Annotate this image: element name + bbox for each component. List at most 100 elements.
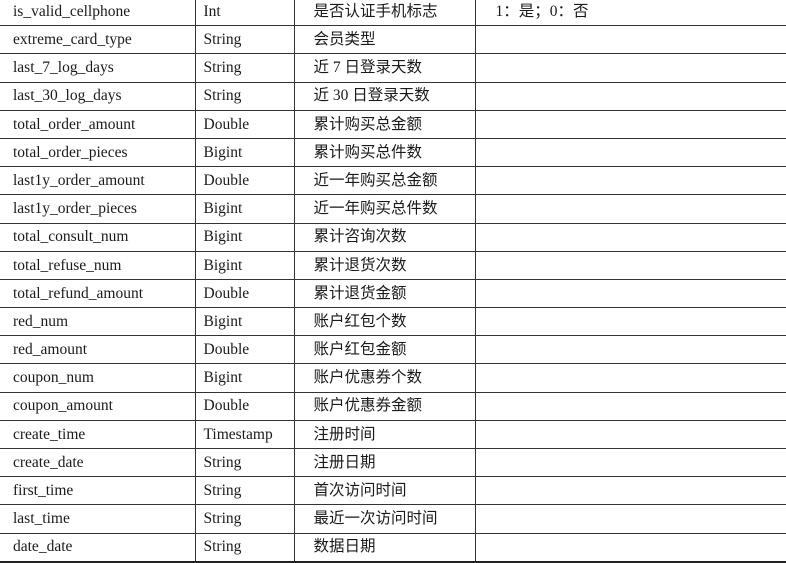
field-description-cell: 会员类型 bbox=[293, 25, 475, 55]
field-description-cell: 最近一次访问时间 bbox=[293, 504, 475, 534]
field-note-cell bbox=[474, 476, 786, 506]
field-name-cell: red_amount bbox=[0, 335, 195, 365]
field-name-cell: create_date bbox=[0, 447, 195, 478]
table-row: total_order_pieces Bigint 累计购买总件数 bbox=[0, 137, 786, 168]
field-note-cell bbox=[474, 504, 786, 534]
field-name-cell: date_date bbox=[0, 532, 195, 563]
table-row: last_time String 最近一次访问时间 bbox=[0, 504, 786, 534]
field-note-cell bbox=[474, 391, 786, 421]
table-row: coupon_amount Double 账户优惠券金额 bbox=[0, 391, 786, 421]
field-type-cell: String bbox=[194, 476, 294, 506]
field-note-cell bbox=[474, 25, 786, 55]
field-description-cell: 账户红包金额 bbox=[293, 335, 475, 365]
field-note-cell bbox=[474, 81, 786, 111]
field-name-cell: red_num bbox=[0, 307, 195, 337]
table-row: red_num Bigint 账户红包个数 bbox=[0, 307, 786, 337]
table-row: is_valid_cellphone Int 是否认证手机标志 1：是；0：否 bbox=[0, 0, 786, 27]
field-description-cell: 近一年购买总金额 bbox=[293, 166, 475, 196]
field-note-cell bbox=[474, 250, 786, 280]
table-row: last_30_log_days String 近 30 日登录天数 bbox=[0, 81, 786, 111]
field-type-cell: Double bbox=[194, 166, 294, 196]
field-table-container: is_valid_cellphone Int 是否认证手机标志 1：是；0：否 … bbox=[0, 0, 786, 563]
field-name-cell: coupon_num bbox=[0, 363, 195, 393]
field-name-cell: last1y_order_pieces bbox=[0, 194, 195, 224]
field-note-cell bbox=[474, 53, 786, 83]
field-description-cell: 累计退货金额 bbox=[293, 278, 475, 309]
field-name-cell: extreme_card_type bbox=[0, 25, 195, 55]
field-note-cell bbox=[474, 222, 786, 252]
field-description-cell: 账户优惠券个数 bbox=[293, 363, 475, 393]
table-row: date_date String 数据日期 bbox=[0, 532, 786, 563]
field-name-cell: last_30_log_days bbox=[0, 81, 195, 111]
field-type-cell: String bbox=[194, 532, 294, 563]
field-type-cell: String bbox=[194, 81, 294, 111]
field-note-cell bbox=[474, 363, 786, 393]
field-type-cell: Double bbox=[194, 391, 294, 421]
field-note-cell bbox=[474, 194, 786, 224]
field-note-cell: 1：是；0：否 bbox=[474, 0, 786, 27]
field-description-cell: 累计购买总件数 bbox=[293, 137, 475, 168]
field-type-cell: String bbox=[194, 504, 294, 534]
field-type-cell: Bigint bbox=[194, 363, 294, 393]
table-row: last1y_order_amount Double 近一年购买总金额 bbox=[0, 166, 786, 196]
table-row: first_time String 首次访问时间 bbox=[0, 476, 786, 506]
field-name-cell: last_7_log_days bbox=[0, 53, 195, 83]
field-note-cell bbox=[474, 137, 786, 168]
field-name-cell: total_order_amount bbox=[0, 109, 195, 139]
field-description-cell: 近 30 日登录天数 bbox=[293, 81, 475, 111]
field-note-cell bbox=[474, 166, 786, 196]
field-type-cell: String bbox=[194, 53, 294, 83]
field-note-cell bbox=[474, 278, 786, 309]
field-name-cell: total_order_pieces bbox=[0, 137, 195, 168]
field-description-cell: 首次访问时间 bbox=[293, 476, 475, 506]
field-description-cell: 是否认证手机标志 bbox=[293, 0, 475, 27]
field-type-cell: Int bbox=[194, 0, 294, 27]
table-row: extreme_card_type String 会员类型 bbox=[0, 25, 786, 55]
field-type-cell: Bigint bbox=[194, 307, 294, 337]
field-name-cell: total_consult_num bbox=[0, 222, 195, 252]
field-type-cell: String bbox=[194, 25, 294, 55]
field-table: is_valid_cellphone Int 是否认证手机标志 1：是；0：否 … bbox=[0, 0, 786, 563]
field-type-cell: Double bbox=[194, 335, 294, 365]
field-type-cell: Bigint bbox=[194, 137, 294, 168]
field-name-cell: is_valid_cellphone bbox=[0, 0, 195, 27]
table-row: total_consult_num Bigint 累计咨询次数 bbox=[0, 222, 786, 252]
field-name-cell: last_time bbox=[0, 504, 195, 534]
table-row: red_amount Double 账户红包金额 bbox=[0, 335, 786, 365]
table-row: total_refuse_num Bigint 累计退货次数 bbox=[0, 250, 786, 280]
field-description-cell: 累计咨询次数 bbox=[293, 222, 475, 252]
field-description-cell: 累计购买总金额 bbox=[293, 109, 475, 139]
field-description-cell: 账户红包个数 bbox=[293, 307, 475, 337]
field-name-cell: total_refund_amount bbox=[0, 278, 195, 309]
field-name-cell: total_refuse_num bbox=[0, 250, 195, 280]
field-description-cell: 近一年购买总件数 bbox=[293, 194, 475, 224]
field-type-cell: Bigint bbox=[194, 222, 294, 252]
field-type-cell: Timestamp bbox=[194, 419, 294, 450]
field-note-cell bbox=[474, 447, 786, 478]
field-description-cell: 账户优惠券金额 bbox=[293, 391, 475, 421]
table-row: last_7_log_days String 近 7 日登录天数 bbox=[0, 53, 786, 83]
field-type-cell: String bbox=[194, 447, 294, 478]
field-description-cell: 注册日期 bbox=[293, 447, 475, 478]
table-row: coupon_num Bigint 账户优惠券个数 bbox=[0, 363, 786, 393]
table-row: create_time Timestamp 注册时间 bbox=[0, 419, 786, 450]
field-note-cell bbox=[474, 307, 786, 337]
table-row: total_order_amount Double 累计购买总金额 bbox=[0, 109, 786, 139]
table-row: create_date String 注册日期 bbox=[0, 447, 786, 478]
field-note-cell bbox=[474, 532, 786, 563]
field-type-cell: Double bbox=[194, 109, 294, 139]
field-name-cell: coupon_amount bbox=[0, 391, 195, 421]
table-row: total_refund_amount Double 累计退货金额 bbox=[0, 278, 786, 309]
field-name-cell: first_time bbox=[0, 476, 195, 506]
field-type-cell: Double bbox=[194, 278, 294, 309]
field-description-cell: 近 7 日登录天数 bbox=[293, 53, 475, 83]
field-name-cell: create_time bbox=[0, 419, 195, 450]
field-table-body: is_valid_cellphone Int 是否认证手机标志 1：是；0：否 … bbox=[0, 0, 786, 563]
field-note-cell bbox=[474, 419, 786, 450]
field-description-cell: 数据日期 bbox=[293, 532, 475, 563]
field-description-cell: 累计退货次数 bbox=[293, 250, 475, 280]
field-name-cell: last1y_order_amount bbox=[0, 166, 195, 196]
field-note-cell bbox=[474, 335, 786, 365]
field-description-cell: 注册时间 bbox=[293, 419, 475, 450]
field-type-cell: Bigint bbox=[194, 250, 294, 280]
